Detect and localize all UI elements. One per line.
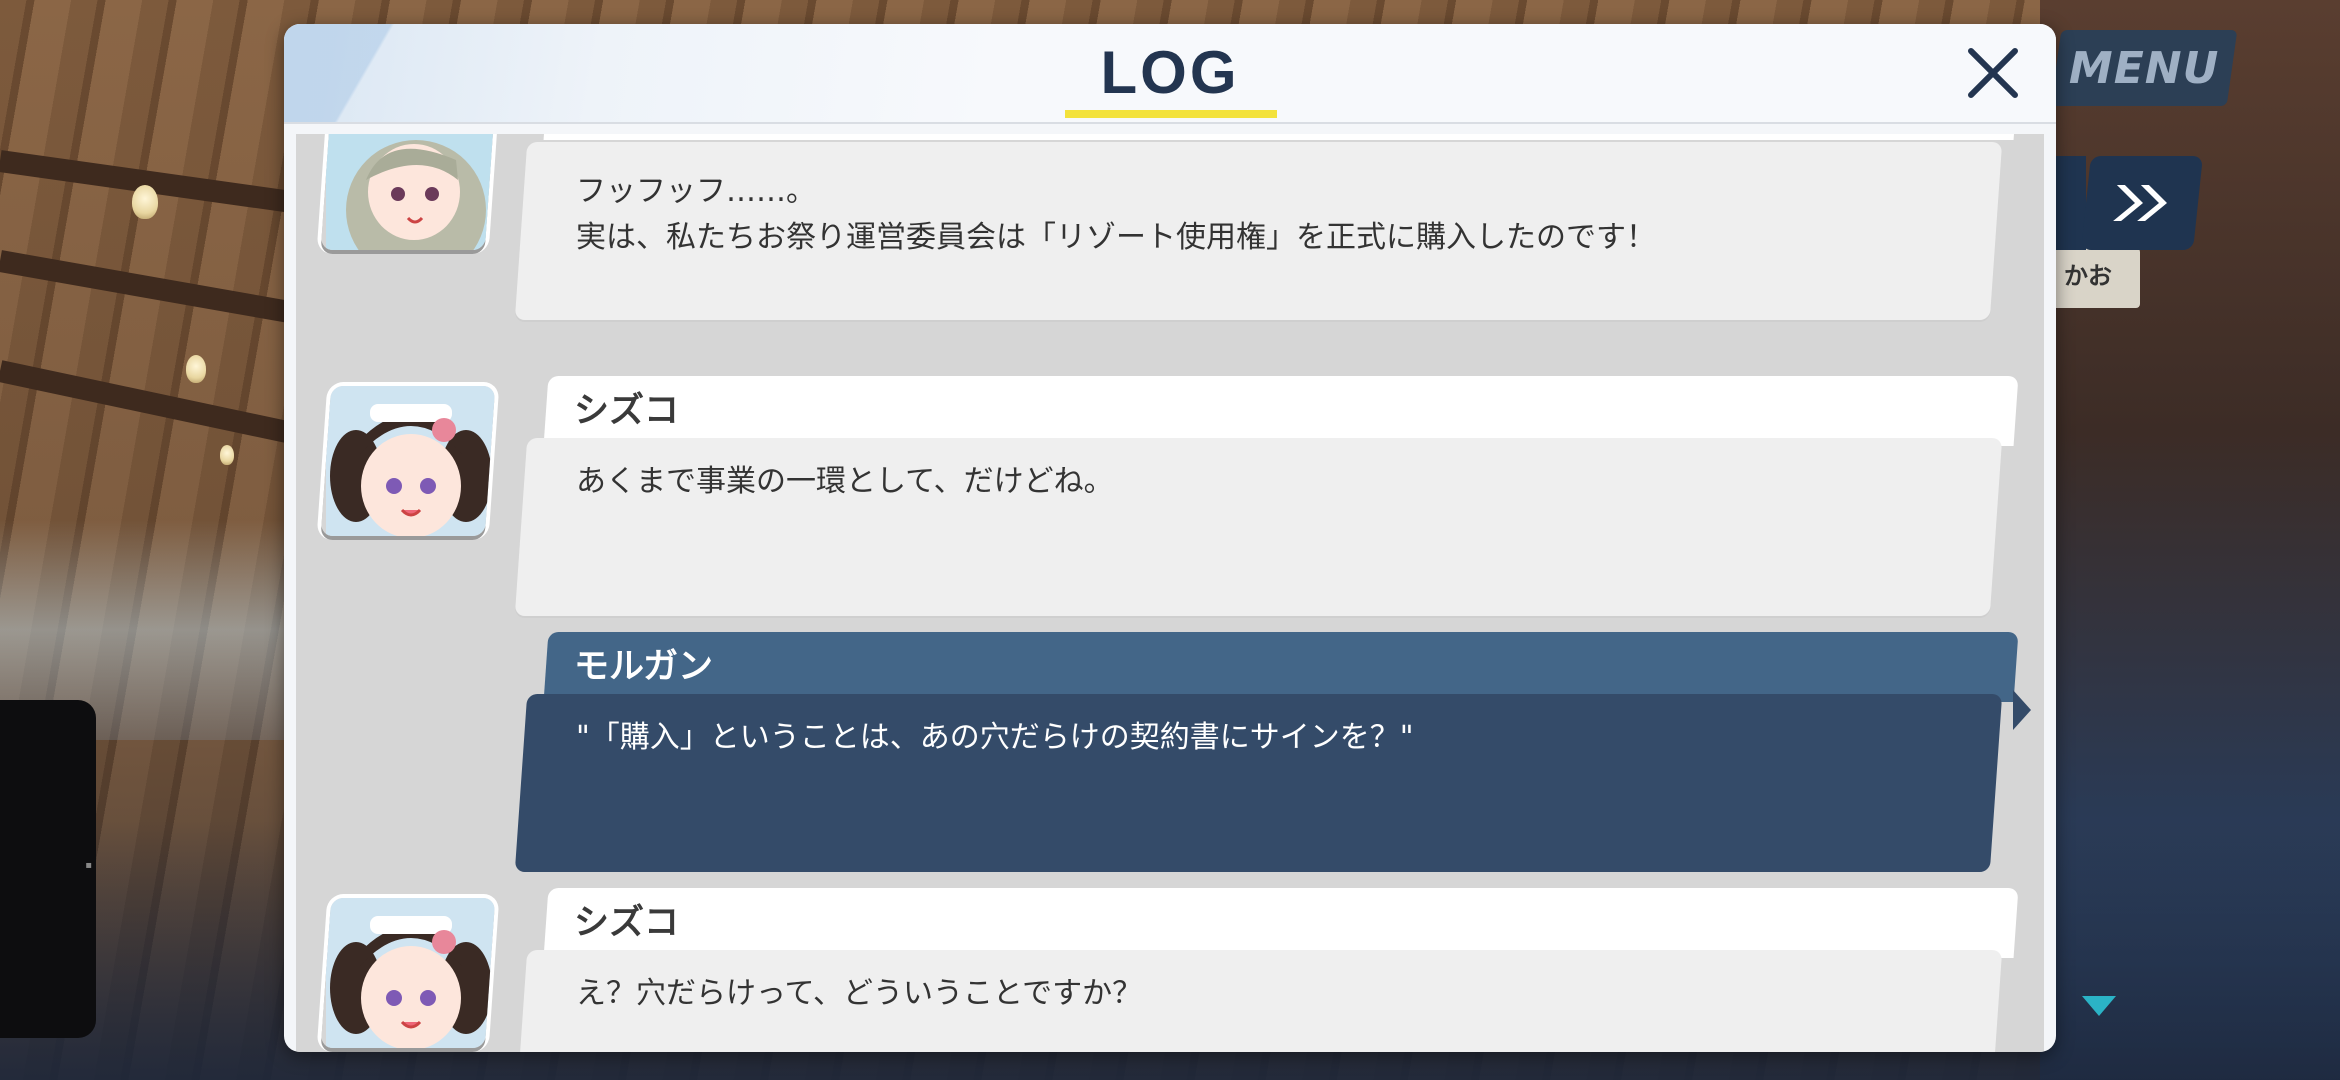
- log-entry: フッフッフ……。 実は、私たちお祭り運営委員会は「リゾート使用権」を正式に購入し…: [296, 134, 2044, 335]
- double-chevron-right-icon: [2113, 185, 2167, 221]
- log-list[interactable]: フッフッフ……。 実は、私たちお祭り運営委員会は「リゾート使用権」を正式に購入し…: [296, 134, 2044, 1052]
- active-entry-pointer: [2013, 690, 2031, 730]
- character-portrait-gray-hair-icon: [326, 134, 496, 250]
- speaker-avatar: [321, 898, 496, 1048]
- menu-button[interactable]: MENU: [2050, 30, 2238, 106]
- close-icon: [1968, 48, 2018, 98]
- speaker-name: モルガン: [574, 647, 713, 687]
- speaker-avatar: [321, 386, 496, 536]
- speaker-name-card: [543, 888, 2019, 958]
- message-line: 実は、私たちお祭り運営委員会は「リゾート使用権」を正式に購入したのです！: [576, 220, 1656, 255]
- speaker-name-card: [543, 632, 2019, 702]
- background-sign-text: かお: [2064, 262, 2112, 290]
- scroll-down-icon[interactable]: [2082, 996, 2116, 1016]
- speaker-avatar: [321, 134, 496, 250]
- log-title-underline: [1065, 110, 1277, 118]
- message-line: フッフッフ……。: [576, 174, 816, 209]
- menu-button-label: MENU: [2068, 42, 2220, 94]
- log-title: LOG: [1100, 39, 1240, 106]
- log-window: LOG フッフッフ……。 実は、私たちお祭り運営委員会は「リゾート使用権」を正式…: [284, 24, 2056, 1052]
- side-panel: ▪: [0, 700, 96, 1038]
- message-line: え？穴だらけって、どういうことですか？: [576, 976, 1143, 1011]
- log-entry-active: モルガン "「購入」ということは、あの穴だらけの契約書にサインを？": [296, 632, 2044, 872]
- log-entry: シズコ あくまで事業の一環として、だけどね。: [296, 376, 2044, 616]
- character-portrait-shizuko-icon: [326, 386, 496, 536]
- character-portrait-shizuko-icon: [326, 898, 496, 1048]
- close-button[interactable]: [1958, 38, 2028, 108]
- background-sign: かお: [2050, 248, 2140, 308]
- log-entry: シズコ え？穴だらけって、どういうことですか？: [296, 888, 2044, 1052]
- message-line: あくまで事業の一環として、だけどね。: [576, 464, 1114, 499]
- message-line: "「購入」ということは、あの穴だらけの契約書にサインを？": [576, 720, 1414, 755]
- speaker-name-card: [543, 134, 2019, 140]
- hanging-lamp: [220, 445, 234, 465]
- speaker-name-card: [543, 376, 2019, 446]
- speaker-name: シズコ: [574, 391, 680, 431]
- side-panel-mark: ▪: [85, 860, 92, 871]
- speaker-name: シズコ: [574, 903, 680, 943]
- hanging-lamp: [186, 355, 206, 383]
- log-header: LOG: [284, 24, 2056, 124]
- hanging-lamp: [132, 185, 158, 219]
- fast-forward-button[interactable]: [2081, 156, 2203, 250]
